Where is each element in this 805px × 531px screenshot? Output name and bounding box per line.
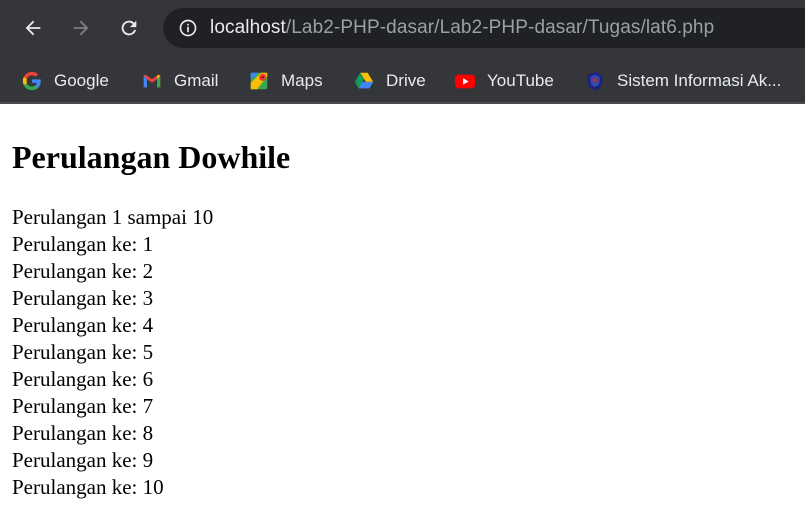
arrow-left-icon [25, 20, 41, 36]
bookmark-maps[interactable]: Maps [247, 68, 323, 94]
bookmark-label: Gmail [174, 71, 219, 90]
bookmark-label: Sistem Informasi Ak... [617, 71, 782, 90]
url-text: localhost/Lab2-PHP-dasar/Lab2-PHP-dasar/… [210, 17, 714, 39]
browser-chrome: localhost/Lab2-PHP-dasar/Lab2-PHP-dasar/… [0, 0, 805, 104]
page-content: Perulangan Dowhile Perulangan 1 sampai 1… [0, 138, 805, 501]
bookmark-label: Drive [386, 71, 426, 90]
youtube-icon [453, 69, 477, 93]
arrow-right-icon [73, 20, 89, 36]
toolbar-divider [0, 102, 805, 104]
drive-icon [352, 69, 376, 93]
reload-icon [121, 20, 137, 36]
bookmark-gmail[interactable]: Gmail [140, 68, 218, 94]
bookmarks-bar: Google Gmail Maps Drive YouTube Sistem I… [0, 56, 805, 104]
page-heading: Perulangan Dowhile [12, 139, 291, 175]
forward-button[interactable] [63, 10, 99, 46]
bookmark-youtube[interactable]: YouTube [453, 68, 554, 94]
browser-toolbar: localhost/Lab2-PHP-dasar/Lab2-PHP-dasar/… [0, 0, 805, 56]
output-line: Perulangan ke: 7 [12, 394, 154, 418]
bookmark-label: Maps [281, 71, 323, 90]
address-bar[interactable]: localhost/Lab2-PHP-dasar/Lab2-PHP-dasar/… [163, 8, 805, 48]
output-line: Perulangan ke: 4 [12, 313, 154, 337]
output-line: Perulangan ke: 9 [12, 448, 154, 472]
output-line: Perulangan ke: 5 [12, 340, 154, 364]
output-line: Perulangan ke: 2 [12, 259, 154, 283]
output-line: Perulangan ke: 3 [12, 286, 154, 310]
bookmark-google[interactable]: Google [20, 68, 109, 94]
output-line: Perulangan ke: 1 [12, 232, 154, 256]
back-button[interactable] [15, 10, 51, 46]
reload-button[interactable] [111, 10, 147, 46]
bookmark-sistem-informasi[interactable]: Sistem Informasi Ak... [583, 68, 781, 94]
gmail-icon [140, 69, 164, 93]
output-line: Perulangan ke: 8 [12, 421, 154, 445]
google-icon [20, 69, 44, 93]
university-crest-icon [583, 69, 607, 93]
url-host: localhost [210, 17, 286, 38]
info-icon[interactable] [178, 18, 198, 38]
output-line: Perulangan ke: 6 [12, 367, 154, 391]
bookmark-label: Google [54, 71, 109, 90]
maps-icon [247, 69, 271, 93]
bookmark-label: YouTube [487, 71, 554, 90]
output-line: Perulangan ke: 10 [12, 475, 164, 499]
bookmark-drive[interactable]: Drive [352, 68, 426, 94]
output-lines: Perulangan 1 sampai 10 Perulangan ke: 1 … [12, 204, 793, 501]
url-path: /Lab2-PHP-dasar/Lab2-PHP-dasar/Tugas/lat… [285, 17, 715, 38]
output-line: Perulangan 1 sampai 10 [12, 205, 214, 229]
